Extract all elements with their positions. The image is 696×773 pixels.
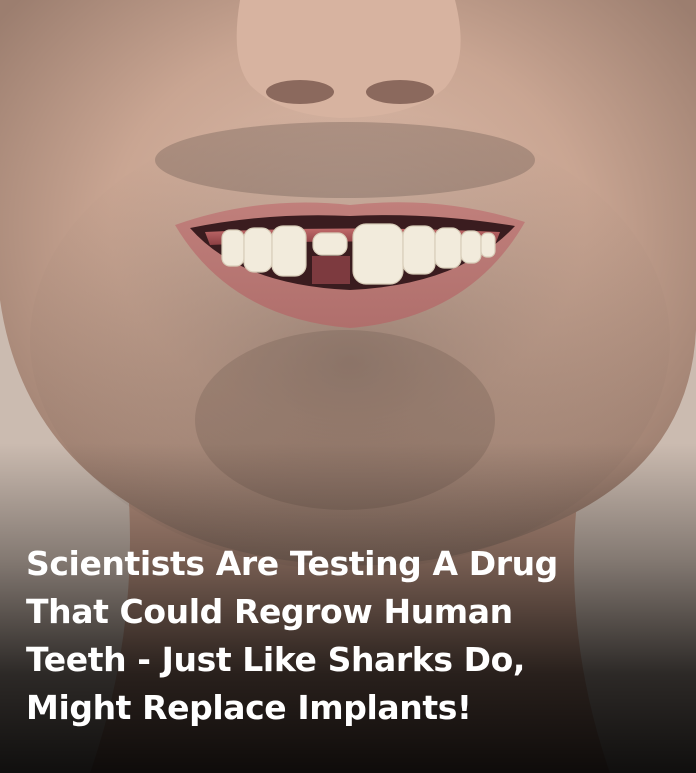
right-nostril: [366, 80, 434, 104]
headline-line-4: Might Replace Implants!: [26, 688, 472, 727]
headline-line-2: That Could Regrow Human: [26, 592, 513, 631]
chipped-tooth: [312, 232, 348, 256]
news-card[interactable]: Scientists Are Testing A Drug That Could…: [0, 0, 696, 773]
left-nostril: [266, 80, 334, 104]
missing-tooth-gap: [312, 256, 350, 284]
headline-line-1: Scientists Are Testing A Drug: [26, 544, 558, 583]
headline[interactable]: Scientists Are Testing A Drug That Could…: [26, 540, 666, 732]
mustache-shadow: [155, 122, 535, 198]
headline-line-3: Teeth - Just Like Sharks Do,: [26, 640, 526, 679]
